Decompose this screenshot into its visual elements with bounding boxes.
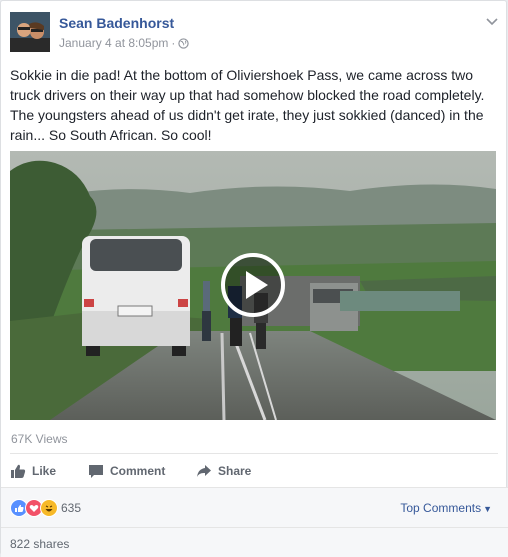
reaction-count[interactable]: 635 bbox=[61, 501, 81, 515]
post-meta: January 4 at 8:05pm · bbox=[59, 36, 190, 52]
meta-separator: · bbox=[171, 36, 176, 50]
post-timestamp[interactable]: January 4 at 8:05pm bbox=[59, 36, 168, 50]
comment-label: Comment bbox=[110, 464, 166, 478]
author-name[interactable]: Sean Badenhorst bbox=[59, 15, 174, 31]
comment-button[interactable]: Comment bbox=[88, 456, 165, 486]
action-bar: Like Comment Share bbox=[10, 456, 498, 486]
share-arrow-icon bbox=[197, 465, 211, 477]
shares-bar: 822 shares bbox=[1, 527, 508, 557]
reaction-icons[interactable] bbox=[10, 499, 58, 517]
post-text: Sokkie in die pad! At the bottom of Oliv… bbox=[10, 67, 485, 143]
thumbs-up-icon bbox=[11, 464, 26, 478]
divider bbox=[10, 453, 498, 454]
avatar[interactable] bbox=[10, 12, 50, 52]
globe-icon[interactable] bbox=[178, 38, 190, 52]
play-icon[interactable] bbox=[220, 252, 286, 318]
like-label: Like bbox=[32, 464, 57, 478]
share-button[interactable]: Share bbox=[196, 456, 251, 486]
chevron-down-icon[interactable] bbox=[485, 14, 499, 26]
comment-icon bbox=[89, 465, 103, 478]
video-player[interactable] bbox=[10, 151, 496, 420]
share-label: Share bbox=[218, 464, 252, 478]
haha-reaction-icon bbox=[40, 499, 58, 517]
caret-down-icon: ▼ bbox=[483, 504, 492, 514]
reactions-bar: 635 Top Comments ▼ bbox=[1, 487, 508, 527]
post-card: Sean Badenhorst January 4 at 8:05pm · Sok… bbox=[0, 0, 508, 557]
comment-sort-dropdown[interactable]: Top Comments ▼ bbox=[400, 501, 492, 515]
like-button[interactable]: Like bbox=[10, 456, 56, 486]
post-header: Sean Badenhorst January 4 at 8:05pm · bbox=[10, 12, 500, 54]
comment-sort-label: Top Comments bbox=[400, 501, 482, 515]
video-views: 67K Views bbox=[11, 432, 68, 446]
shares-count[interactable]: 822 shares bbox=[10, 537, 69, 551]
